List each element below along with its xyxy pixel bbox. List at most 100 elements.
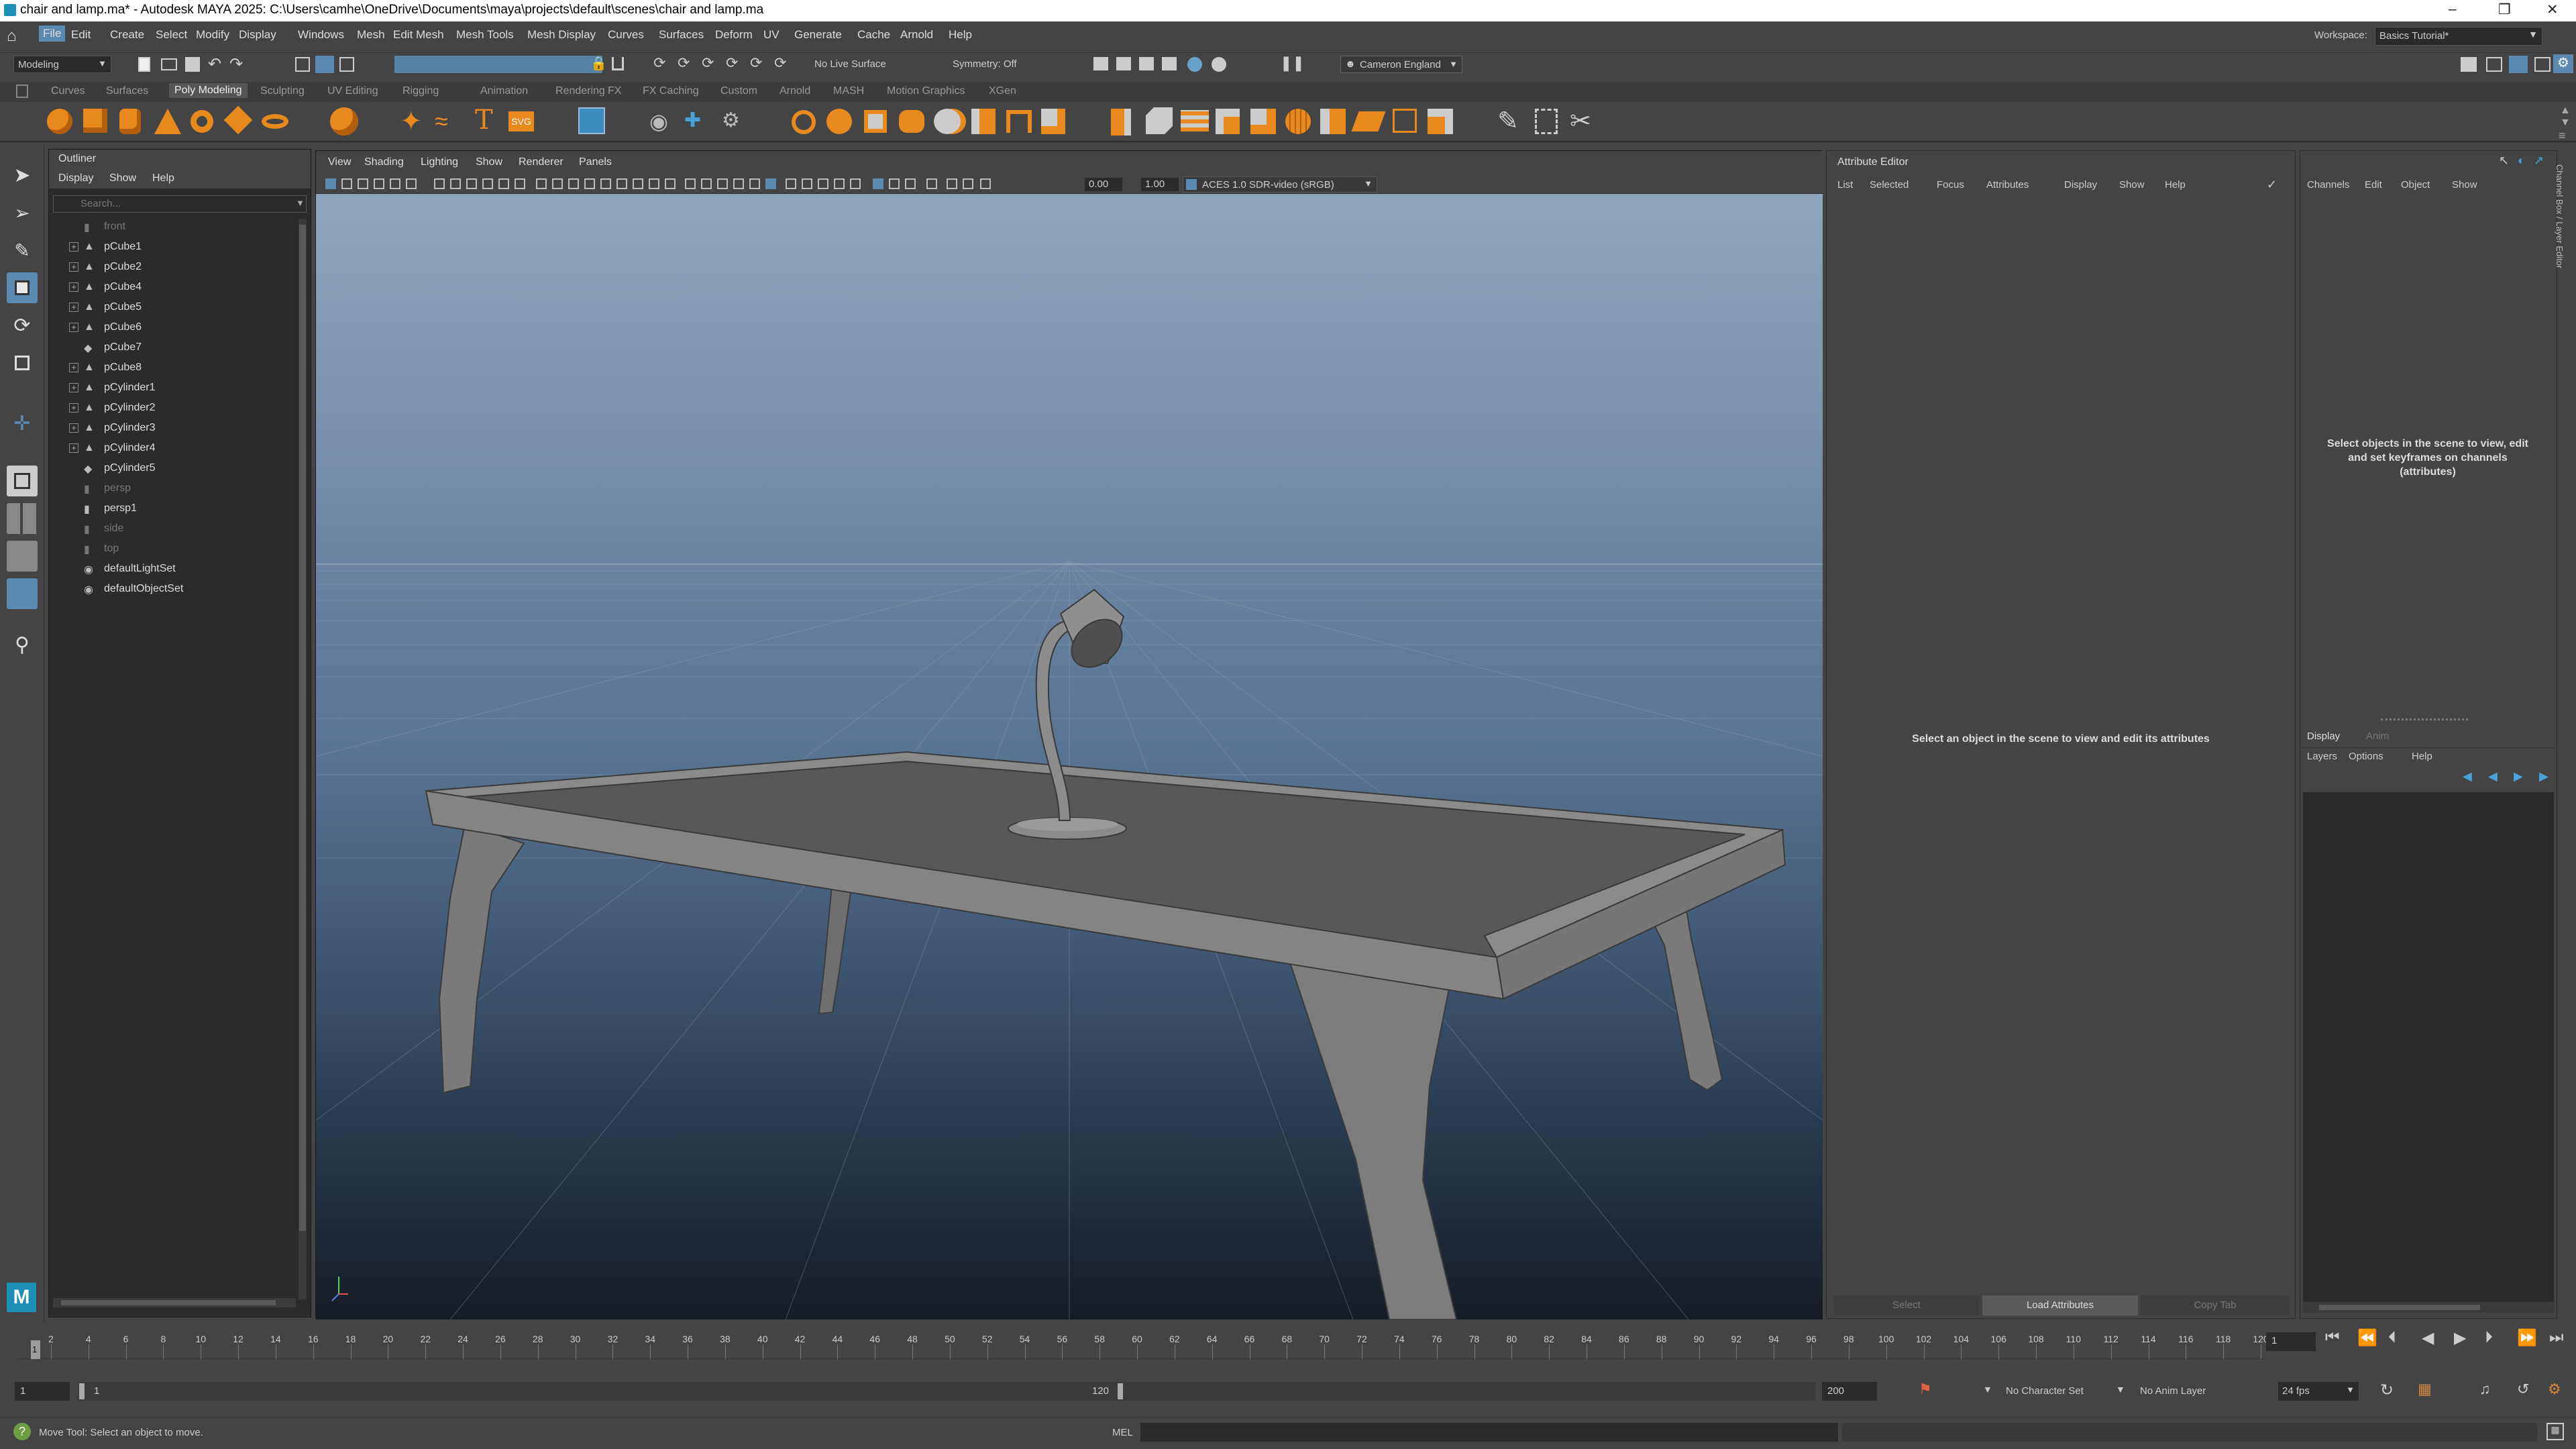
viewport-menu-view[interactable]: View	[328, 156, 351, 168]
play-back-icon[interactable]: ◀	[2422, 1328, 2434, 1348]
expand-icon[interactable]: +	[69, 403, 78, 413]
ae-load-attributes-button[interactable]: Load Attributes	[1982, 1295, 2138, 1316]
history-icon[interactable]: ⟳	[678, 54, 690, 72]
shelf-tab-surfaces[interactable]: Surfaces	[106, 85, 148, 97]
outliner-scrollbar[interactable]	[299, 219, 307, 1299]
shelf-tab-mash[interactable]: MASH	[833, 85, 864, 97]
layer-menu-help[interactable]: Help	[2412, 751, 2432, 762]
panel-toolbar-icon[interactable]	[584, 178, 595, 189]
panel-toolbar-icon[interactable]	[482, 178, 493, 189]
arrow-icon[interactable]: ↖	[2499, 154, 2509, 168]
workspace-dropdown[interactable]: Basics Tutorial* ▼	[2375, 27, 2542, 46]
perspective-viewport[interactable]: View Shading Lighting Show Renderer Pane…	[315, 150, 1823, 1320]
shelf-tab-rendering[interactable]: Rendering	[555, 85, 605, 97]
panel-toolbar-icon[interactable]	[600, 178, 611, 189]
symmetry-field[interactable]: Symmetry: Off	[953, 58, 1017, 70]
outliner-item[interactable]: + ▲ pCube5	[49, 299, 297, 317]
menu-display[interactable]: Display	[239, 28, 276, 42]
quad-draw-icon[interactable]	[1320, 109, 1346, 134]
uv-cut-icon[interactable]: ✂	[1570, 106, 1591, 136]
separate-icon[interactable]	[826, 109, 852, 134]
target-weld-icon[interactable]	[1393, 109, 1417, 133]
expand-icon[interactable]: +	[69, 303, 78, 312]
new-layer-icon[interactable]: ▶	[2514, 769, 2523, 784]
scale-tool-icon[interactable]	[7, 347, 38, 378]
ae-copy-tab-button[interactable]: Copy Tab	[2141, 1295, 2290, 1316]
sweep-mesh-icon[interactable]: ≈	[435, 107, 448, 136]
playback-speed-icon[interactable]: ↺	[2517, 1381, 2529, 1398]
save-scene-icon[interactable]	[185, 57, 200, 72]
step-forward-key-icon[interactable]: ⏩	[2517, 1328, 2537, 1348]
cb-menu-object[interactable]: Object	[2401, 179, 2430, 191]
panel-toolbar-icon[interactable]	[450, 178, 461, 189]
history-icon[interactable]: ⟳	[750, 54, 762, 72]
shelf-tab-fx-caching[interactable]: FX Caching	[643, 85, 699, 97]
panel-toolbar-icon[interactable]	[818, 178, 828, 189]
menu-select[interactable]: Select	[156, 28, 187, 42]
render-frame-icon[interactable]	[1093, 57, 1108, 70]
home-icon[interactable]: ⌂	[7, 27, 17, 46]
channel-layer-divider[interactable]	[2381, 718, 2468, 722]
search-options-icon[interactable]: ▼	[296, 198, 305, 208]
shelf-settings-icon[interactable]	[16, 85, 28, 98]
poly-platonic-icon[interactable]	[330, 107, 358, 136]
arrow-icon[interactable]: ↗	[2534, 154, 2544, 168]
tab-anim[interactable]: Anim	[2366, 731, 2389, 742]
anim-layer-dropdown[interactable]: ▼ No Anim Layer	[2116, 1382, 2243, 1401]
menu-curves[interactable]: Curves	[608, 28, 644, 42]
gear-icon[interactable]: ⚙	[2553, 54, 2573, 73]
ae-menu-list[interactable]: List	[1837, 179, 1853, 191]
poly-disc-icon[interactable]	[262, 114, 288, 129]
knife-icon[interactable]: ✎	[1497, 106, 1519, 136]
multi-cut-icon[interactable]	[1428, 109, 1453, 134]
outliner-item[interactable]: + ▲ pCylinder3	[49, 419, 297, 438]
four-view-icon[interactable]	[7, 503, 38, 534]
persp-graph-icon[interactable]	[7, 578, 38, 609]
ae-menu-attributes[interactable]: Attributes	[1986, 179, 2029, 191]
sphere-mesh-icon[interactable]	[1285, 109, 1311, 134]
lock-icon[interactable]: 🔒	[590, 55, 607, 72]
panel-toolbar-icon[interactable]	[374, 178, 384, 189]
viewport-menu-renderer[interactable]: Renderer	[519, 156, 564, 168]
shelf-tab-sculpting[interactable]: Sculpting	[260, 85, 305, 97]
open-scene-icon[interactable]	[161, 58, 177, 70]
render-seq-icon[interactable]	[1116, 57, 1131, 70]
outliner-item[interactable]: ▮ persp	[49, 480, 297, 498]
render-settings-icon[interactable]	[1162, 57, 1177, 70]
menu-create[interactable]: Create	[110, 28, 144, 42]
ae-menu-help[interactable]: Help	[2165, 179, 2186, 191]
live-surface-field[interactable]: No Live Surface	[814, 58, 886, 70]
outliner-menu-show[interactable]: Show	[109, 172, 136, 184]
menu-generate[interactable]: Generate	[794, 28, 842, 42]
character-set-dropdown[interactable]: ▼ No Character Set	[1983, 1382, 2110, 1401]
outliner-menu-help[interactable]: Help	[152, 172, 174, 184]
move-tool-icon[interactable]	[7, 272, 38, 303]
move-layer-up-icon[interactable]: ◀	[2463, 769, 2472, 784]
loop-icon[interactable]: ↻	[2380, 1381, 2394, 1400]
channel-box-icon[interactable]	[2509, 56, 2528, 73]
menu-edit[interactable]: Edit	[71, 28, 91, 42]
outliner-item[interactable]: ◆ pCylinder5	[49, 460, 297, 478]
viewport-menu-lighting[interactable]: Lighting	[421, 156, 458, 168]
panel-toolbar-icon[interactable]	[466, 178, 477, 189]
outliner-hscrollbar[interactable]	[53, 1298, 296, 1307]
panel-toolbar-icon[interactable]	[434, 178, 445, 189]
go-to-end-icon[interactable]: ⏭	[2549, 1328, 2564, 1347]
help-icon[interactable]: ◐	[2518, 154, 2525, 168]
fps-dropdown[interactable]: 24 fps ▼	[2278, 1382, 2359, 1401]
range-end-handle[interactable]	[1118, 1383, 1123, 1399]
poly-super-shape-icon[interactable]: ✦	[400, 106, 423, 137]
layer-menu-options[interactable]: Options	[2349, 751, 2383, 762]
panel-toolbar-icon[interactable]	[889, 178, 900, 189]
go-to-start-icon[interactable]: ⏮	[2325, 1328, 2340, 1347]
expand-icon[interactable]: +	[69, 423, 78, 433]
menu-uv[interactable]: UV	[763, 28, 780, 42]
poly-plane-icon[interactable]	[223, 105, 253, 135]
color-space-dropdown[interactable]: ACES 1.0 SDR-video (sRGB) ▼	[1183, 176, 1377, 193]
attribute-editor-icon[interactable]	[2486, 57, 2502, 72]
auto-key-icon[interactable]: ⚑	[1919, 1381, 1932, 1398]
range-slider-bar[interactable]: 1 120	[78, 1382, 1815, 1401]
outliner-item[interactable]: + ▲ pCube6	[49, 319, 297, 337]
panel-toolbar-icon[interactable]	[341, 178, 352, 189]
panel-toolbar-icon[interactable]	[498, 178, 509, 189]
